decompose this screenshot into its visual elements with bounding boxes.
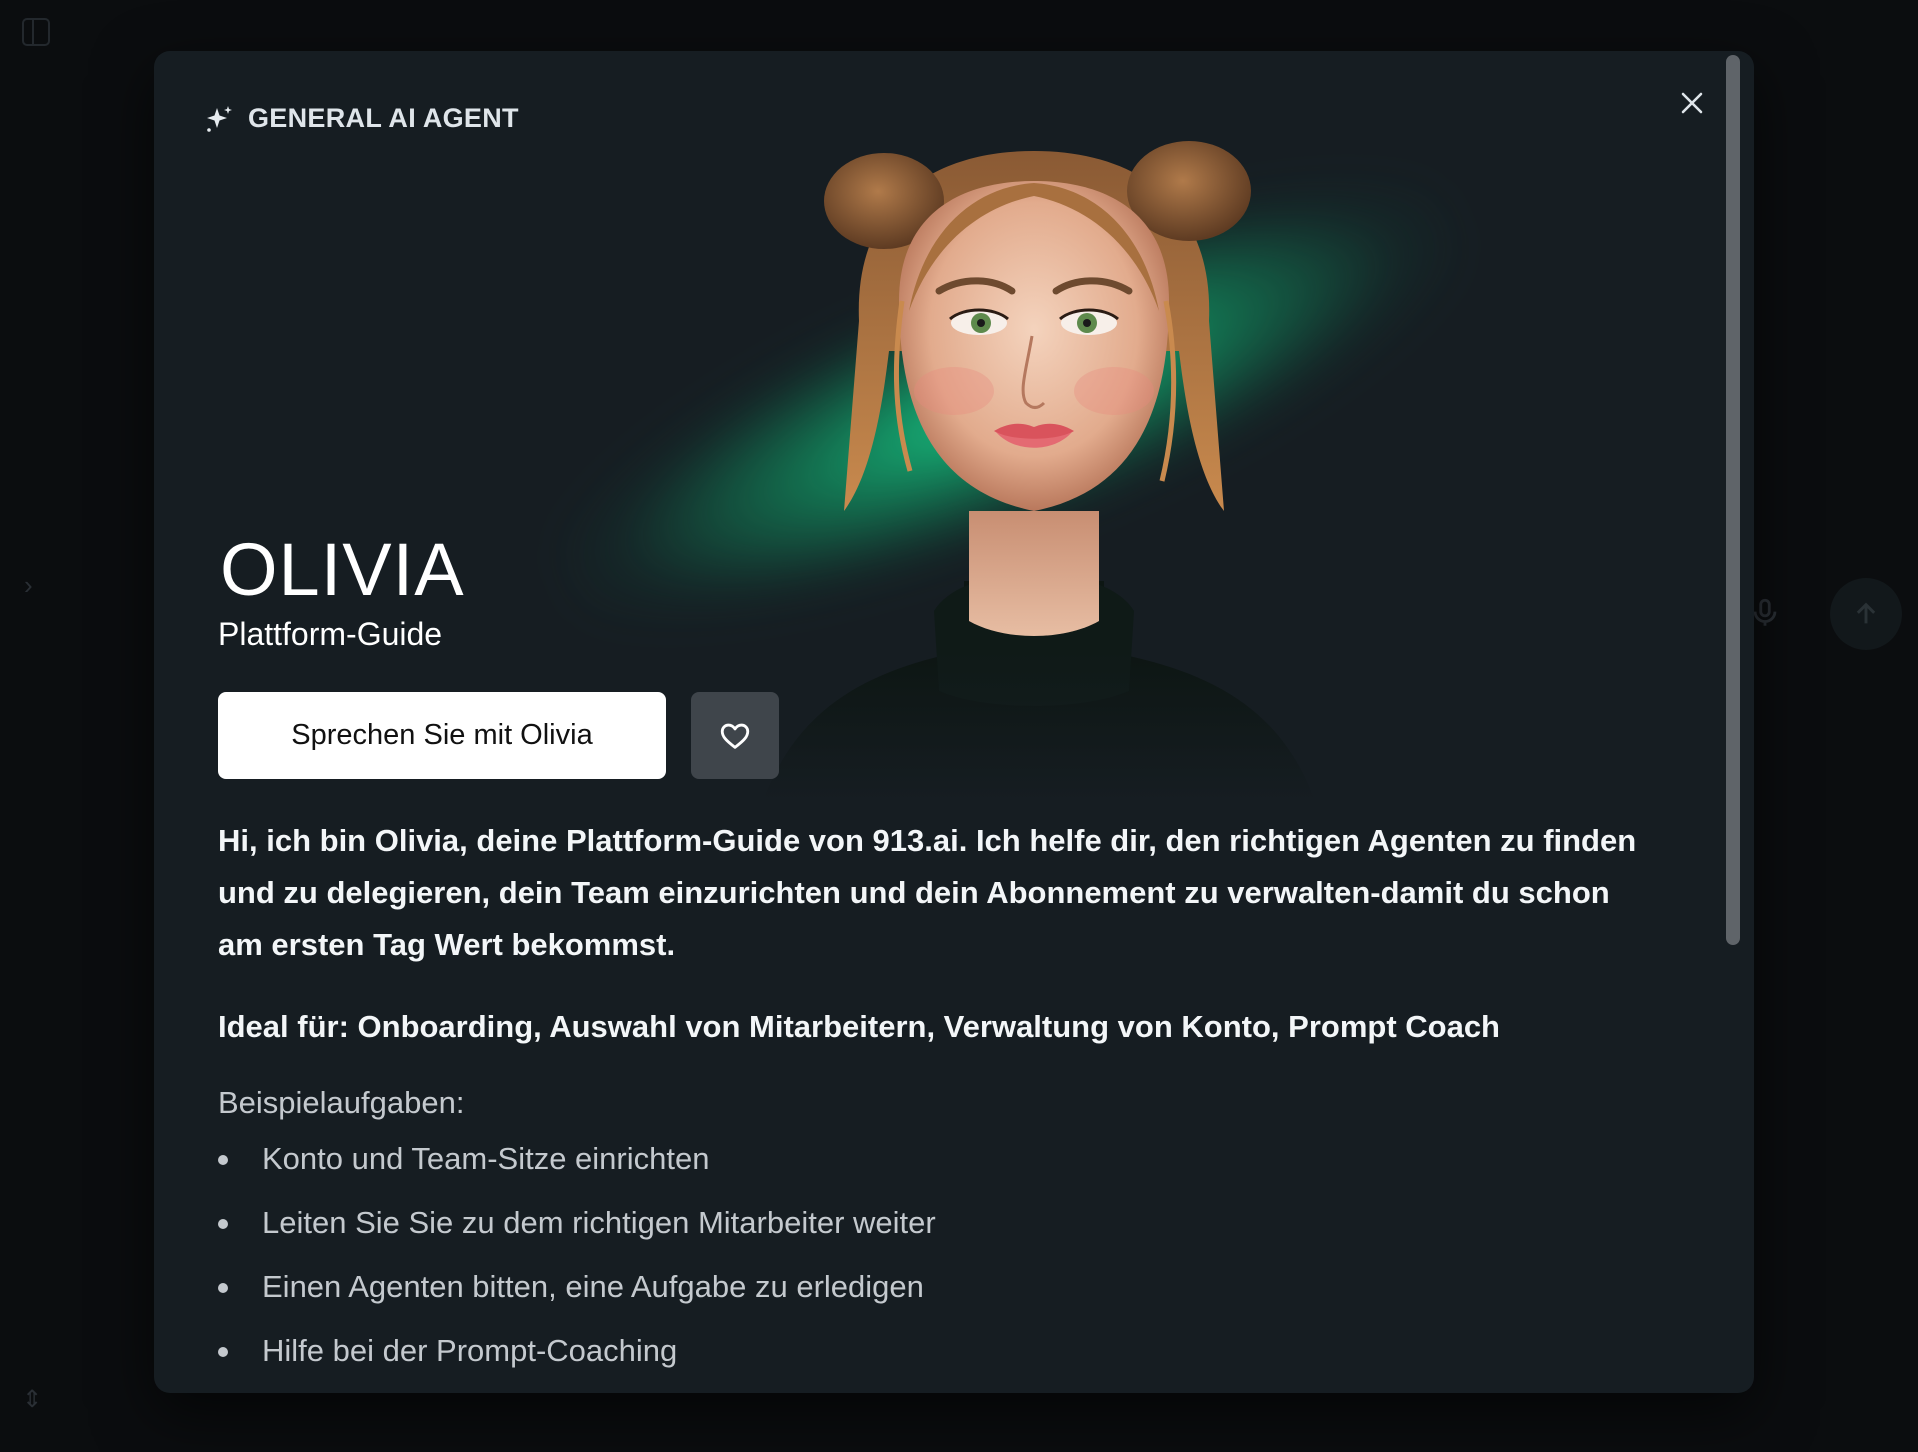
agent-type-tag: GENERAL AI AGENT [204, 103, 519, 134]
agent-detail-modal: GENERAL AI AGENT OLIVIA Plattform-Guide … [154, 51, 1754, 1393]
agent-description: Hi, ich bin Olivia, deine Plattform-Guid… [218, 823, 1637, 962]
send-icon [1830, 578, 1902, 650]
agent-name: OLIVIA [220, 528, 465, 611]
agent-role: Plattform-Guide [218, 616, 443, 652]
sidebar-toggle-icon [22, 18, 50, 46]
heart-icon [720, 723, 750, 749]
talk-to-agent-button[interactable]: Sprechen Sie mit Olivia [218, 692, 666, 779]
agent-type-label: GENERAL AI AGENT [248, 103, 519, 133]
example-task-item: Hilfe bei der Prompt-Coaching [218, 1319, 1648, 1383]
modal-scrollbar[interactable] [1726, 55, 1740, 945]
example-task-item: Leiten Sie Sie zu dem richtigen Mitarbei… [218, 1191, 1648, 1255]
example-tasks-title: Beispielaufgaben: [218, 1085, 465, 1120]
close-button[interactable] [1672, 83, 1712, 123]
chevron-right-icon: › [24, 570, 33, 600]
sparkle-icon [207, 105, 232, 132]
favorite-button[interactable] [691, 692, 779, 779]
close-icon [1681, 92, 1703, 114]
example-task-item: Konto und Team-Sitze einrichten [218, 1127, 1648, 1191]
agent-description-section: Hi, ich bin Olivia, deine Plattform-Guid… [218, 815, 1648, 1383]
sort-icon: ⇕ [22, 1386, 43, 1413]
ideal-for-text: Ideal für: Onboarding, Auswahl von Mitar… [218, 1009, 1500, 1044]
example-task-item: Einen Agenten bitten, eine Aufgabe zu er… [218, 1255, 1648, 1319]
example-tasks-list: Konto und Team-Sitze einrichten Leiten S… [218, 1127, 1648, 1383]
